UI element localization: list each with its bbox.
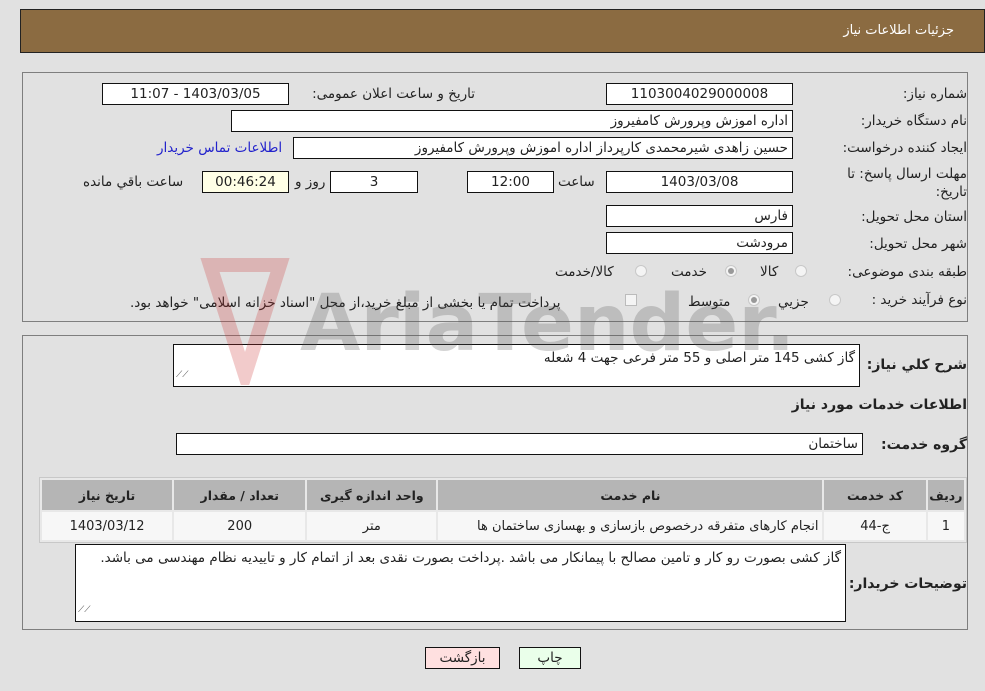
- creator-label: ایجاد کننده درخواست:: [842, 140, 967, 156]
- cell-need-date: 1403/03/12: [42, 512, 173, 540]
- col-need-date: تاریخ نیاز: [42, 480, 173, 510]
- col-unit: واحد اندازه گیری: [307, 480, 437, 510]
- announce-label: تاریخ و ساعت اعلان عمومی:: [312, 86, 475, 102]
- resize-grip-icon[interactable]: ⟋⟋: [78, 600, 91, 620]
- col-service-name: نام خدمت: [438, 480, 823, 510]
- cell-unit: متر: [307, 512, 437, 540]
- deadline-date-field[interactable]: 1403/03/08: [606, 171, 793, 193]
- table-row: 1 ج-44 انجام کارهای متفرقه درخصوص بازساز…: [42, 512, 964, 540]
- service-group-field[interactable]: ساختمان: [176, 433, 863, 455]
- resize-grip-icon[interactable]: ⟋⟋: [176, 365, 189, 385]
- category-radio-goods[interactable]: [795, 265, 807, 277]
- col-service-code: کد خدمت: [824, 480, 926, 510]
- process-option-medium: متوسط: [688, 294, 731, 310]
- category-radio-goods-service[interactable]: [635, 265, 647, 277]
- category-radio-service[interactable]: [725, 265, 737, 277]
- process-radio-minor[interactable]: [829, 294, 841, 306]
- page-title: جزئیات اطلاعات نیاز: [843, 23, 954, 38]
- table-header-row: ردیف کد خدمت نام خدمت واحد اندازه گیری ت…: [42, 480, 964, 510]
- category-label: طبقه بندی موضوعی:: [847, 264, 967, 280]
- col-quantity: تعداد / مقدار: [174, 480, 306, 510]
- print-button[interactable]: چاپ: [519, 647, 581, 669]
- buyer-notes-textarea[interactable]: گاز کشی بصورت رو کار و تامین مصالح با پی…: [75, 544, 846, 622]
- need-number-label: شماره نیاز:: [902, 86, 967, 102]
- buyer-org-label: نام دستگاه خریدار:: [860, 113, 967, 129]
- remaining-time-field: 00:46:24: [202, 171, 289, 193]
- province-label: استان محل تحویل:: [861, 209, 967, 225]
- summary-text: گاز کشی 145 متر اصلی و 55 متر فرعی جهت 4…: [543, 350, 855, 366]
- days-label: روز و: [295, 174, 326, 190]
- remaining-label: ساعت باقي مانده: [83, 174, 184, 190]
- days-field[interactable]: 3: [330, 171, 418, 193]
- buyer-notes-text: گاز کشی بصورت رو کار و تامین مصالح با پی…: [100, 550, 841, 566]
- need-number-field[interactable]: 1103004029000008: [606, 83, 793, 105]
- category-option-service: خدمت: [671, 264, 707, 280]
- process-option-minor: جزيي: [778, 294, 809, 310]
- category-option-goods-service: کالا/خدمت: [555, 264, 614, 280]
- process-label: نوع فرآیند خرید :: [871, 292, 967, 308]
- services-table: ردیف کد خدمت نام خدمت واحد اندازه گیری ت…: [39, 477, 967, 543]
- treasury-checkbox[interactable]: [625, 294, 637, 306]
- cell-service-code: ج-44: [824, 512, 926, 540]
- process-radio-medium[interactable]: [748, 294, 760, 306]
- buyer-org-field[interactable]: اداره اموزش وپرورش کامفیروز: [231, 110, 793, 132]
- buyer-contact-link[interactable]: اطلاعات تماس خریدار: [157, 140, 282, 156]
- summary-label: شرح كلي نياز:: [866, 357, 967, 373]
- page-header: جزئیات اطلاعات نیاز: [20, 9, 985, 53]
- city-label: شهر محل تحویل:: [869, 236, 967, 252]
- buyer-notes-label: توضیحات خریدار:: [848, 576, 967, 592]
- treasury-note: پرداخت تمام یا بخشی از مبلغ خرید،از محل …: [130, 295, 561, 311]
- cell-service-name: انجام کارهای متفرقه درخصوص بازسازی و بهس…: [438, 512, 823, 540]
- back-button[interactable]: بازگشت: [425, 647, 500, 669]
- category-option-goods: کالا: [760, 264, 779, 280]
- col-row-number: ردیف: [927, 480, 964, 510]
- summary-textarea[interactable]: گاز کشی 145 متر اصلی و 55 متر فرعی جهت 4…: [173, 344, 860, 387]
- deadline-label: مهلت ارسال پاسخ: تا: [847, 166, 967, 182]
- city-field[interactable]: مرودشت: [606, 232, 793, 254]
- announce-datetime-field[interactable]: 1403/03/05 - 11:07: [102, 83, 289, 105]
- service-group-label: گروه خدمت:: [881, 437, 967, 453]
- cell-quantity: 200: [174, 512, 306, 540]
- cell-row-number: 1: [927, 512, 964, 540]
- province-field[interactable]: فارس: [606, 205, 793, 227]
- creator-field[interactable]: حسین زاهدی شیرمحمدی کارپرداز اداره اموزش…: [293, 137, 793, 159]
- deadline-time-field[interactable]: 12:00: [467, 171, 554, 193]
- services-heading: اطلاعات خدمات مورد نیاز: [791, 397, 967, 413]
- hour-label: ساعت: [558, 174, 595, 190]
- deadline-label-date: تاریخ:: [935, 184, 967, 200]
